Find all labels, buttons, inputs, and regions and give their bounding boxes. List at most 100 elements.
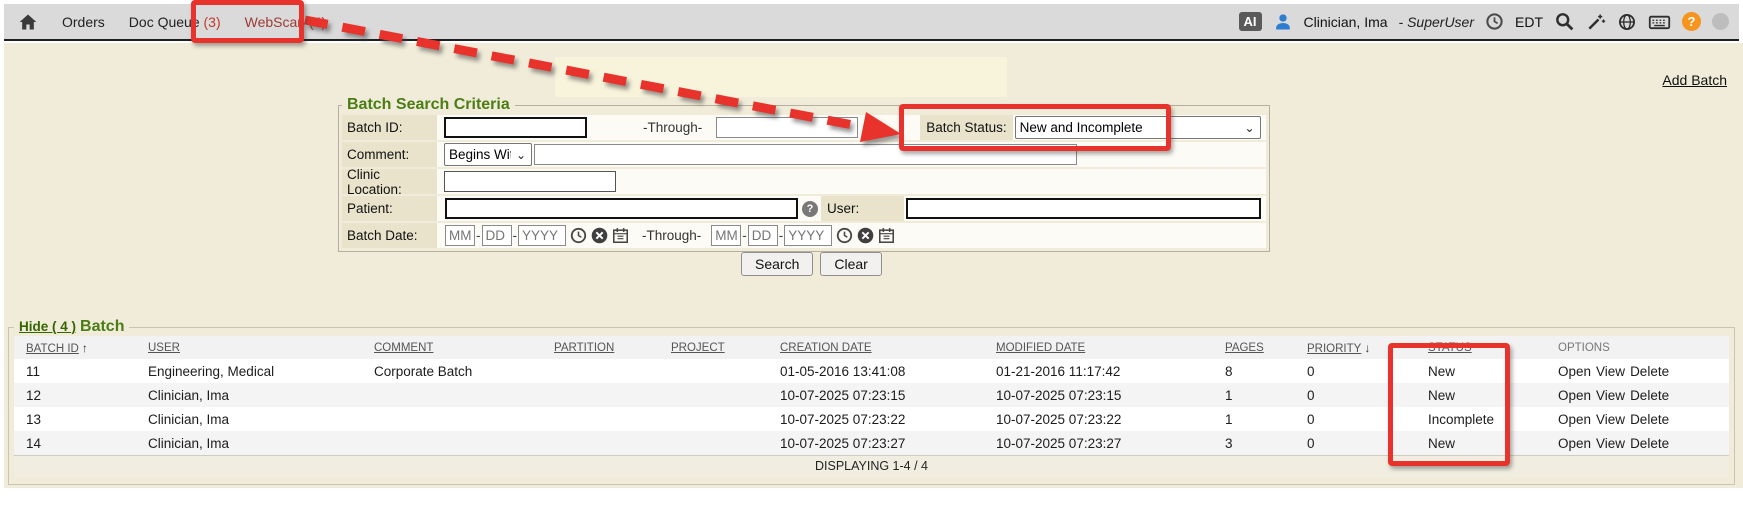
topbar-right-cluster: AI Clinician, Ima - SuperUser EDT	[1239, 11, 1730, 32]
patient-help-icon[interactable]: ?	[802, 201, 818, 217]
comment-input[interactable]	[534, 144, 1077, 165]
col-options: OPTIONS	[1546, 336, 1729, 359]
doc-queue-count: (3)	[204, 14, 221, 30]
highlight-band	[555, 57, 1007, 97]
ai-badge[interactable]: AI	[1239, 12, 1262, 31]
col-status[interactable]: STATUS	[1416, 336, 1546, 359]
batch-date-from-yyyy[interactable]	[518, 225, 566, 246]
status-cell: New	[1416, 359, 1546, 383]
nav-doc-queue[interactable]: Doc Queue (3)	[129, 14, 221, 30]
clear-button[interactable]: Clear	[820, 252, 881, 276]
table-row: 11 Engineering, Medical Corporate Batch …	[14, 359, 1729, 383]
user-input[interactable]	[906, 198, 1261, 219]
through-label-1: -Through-	[643, 120, 702, 135]
options-cell: Open View Delete	[1546, 407, 1729, 431]
search-actions: Search Clear	[741, 252, 882, 276]
cell-batch-id: 13	[14, 407, 136, 431]
batch-table: BATCH ID↑ USER COMMENT PARTITION PROJECT…	[14, 336, 1729, 455]
webscan-page: Orders Doc Queue (3) WebScan (4) AI Clin…	[0, 0, 1743, 510]
col-pages[interactable]: PAGES	[1213, 336, 1295, 359]
top-nav-bar: Orders Doc Queue (3) WebScan (4) AI Clin…	[4, 4, 1739, 41]
table-row: 13 Clinician, Ima 10-07-2025 07:23:22 10…	[14, 407, 1729, 431]
col-creation-date[interactable]: CREATION DATE	[768, 336, 984, 359]
col-user[interactable]: USER	[136, 336, 362, 359]
batch-date-label: Batch Date:	[342, 223, 437, 248]
options-cell: Open View Delete	[1546, 359, 1729, 383]
delete-link[interactable]: Delete	[1630, 436, 1669, 451]
cell-batch-id: 14	[14, 431, 136, 455]
globe-icon[interactable]	[1617, 12, 1637, 32]
user-icon	[1273, 12, 1293, 32]
patient-user-row: Patient: ? User:	[342, 196, 1266, 221]
batch-id-row: Batch ID: -Through- Batch Status: New an…	[342, 115, 1266, 140]
clear-date-icon[interactable]	[857, 227, 874, 244]
open-link[interactable]: Open	[1558, 412, 1591, 427]
batch-status-label: Batch Status:	[920, 115, 1012, 140]
delete-link[interactable]: Delete	[1630, 412, 1669, 427]
search-button[interactable]: Search	[741, 252, 813, 276]
search-legend: Batch Search Criteria	[342, 96, 515, 114]
calendar-icon[interactable]	[878, 227, 895, 244]
add-batch-link[interactable]: Add Batch	[1662, 72, 1727, 88]
time-icon[interactable]	[836, 227, 853, 244]
col-project[interactable]: PROJECT	[659, 336, 768, 359]
hide-results-link[interactable]: Hide ( 4 )	[19, 319, 76, 334]
batch-date-to-yyyy[interactable]	[784, 225, 832, 246]
view-link[interactable]: View	[1596, 412, 1625, 427]
batch-id-label: Batch ID:	[342, 115, 437, 140]
clinic-location-row: Clinic Location:	[342, 169, 1266, 194]
open-link[interactable]: Open	[1558, 388, 1591, 403]
delete-link[interactable]: Delete	[1630, 364, 1669, 379]
view-link[interactable]: View	[1596, 436, 1625, 451]
clinic-location-input[interactable]	[444, 171, 616, 192]
keyboard-icon[interactable]	[1648, 12, 1671, 32]
comment-operator-select[interactable]: Begins With	[444, 143, 532, 166]
cell-batch-id: 12	[14, 383, 136, 407]
search-icon[interactable]	[1554, 11, 1575, 32]
status-cell: Incomplete	[1416, 407, 1546, 431]
view-link[interactable]: View	[1596, 364, 1625, 379]
help-icon[interactable]: ?	[1682, 12, 1701, 31]
cell-batch-id: 11	[14, 359, 136, 383]
table-row: 14 Clinician, Ima 10-07-2025 07:23:27 10…	[14, 431, 1729, 455]
delete-link[interactable]: Delete	[1630, 388, 1669, 403]
user-label: User:	[821, 196, 904, 221]
status-cell: New	[1416, 383, 1546, 407]
batch-status-select[interactable]: New and Incomplete	[1015, 116, 1261, 139]
results-legend: Hide ( 4 )Batch	[14, 318, 129, 336]
col-modified-date[interactable]: MODIFIED DATE	[984, 336, 1213, 359]
col-priority[interactable]: PRIORITY↓	[1295, 336, 1416, 359]
col-comment[interactable]: COMMENT	[362, 336, 542, 359]
options-cell: Open View Delete	[1546, 383, 1729, 407]
status-cell: New	[1416, 431, 1546, 455]
batch-date-to-mm[interactable]	[711, 225, 741, 246]
sort-desc-icon: ↓	[1364, 341, 1370, 355]
time-icon[interactable]	[570, 227, 587, 244]
user-role: - SuperUser	[1399, 14, 1474, 30]
status-dot-icon	[1712, 13, 1729, 30]
batch-date-from-dd[interactable]	[482, 225, 512, 246]
patient-input[interactable]	[445, 198, 798, 219]
calendar-icon[interactable]	[612, 227, 629, 244]
batch-id-through-input[interactable]	[716, 117, 858, 138]
batch-id-from-input[interactable]	[444, 117, 587, 138]
batch-date-to-dd[interactable]	[748, 225, 778, 246]
view-link[interactable]: View	[1596, 388, 1625, 403]
open-link[interactable]: Open	[1558, 436, 1591, 451]
col-batch-id[interactable]: BATCH ID↑	[14, 336, 136, 359]
clock-icon	[1485, 12, 1504, 31]
home-icon[interactable]	[18, 12, 38, 32]
nav-orders[interactable]: Orders	[62, 14, 105, 30]
magic-wand-icon[interactable]	[1586, 12, 1606, 32]
batch-search-criteria-panel: Batch Search Criteria Batch ID: -Through…	[338, 96, 1270, 252]
comment-row: Comment: Begins With ⌄	[342, 142, 1266, 167]
col-partition[interactable]: PARTITION	[542, 336, 659, 359]
open-link[interactable]: Open	[1558, 364, 1591, 379]
sort-asc-icon: ↑	[82, 341, 88, 355]
batch-date-from-mm[interactable]	[445, 225, 475, 246]
patient-label: Patient:	[342, 196, 437, 221]
batch-results-panel: Hide ( 4 )Batch BATCH ID↑ USER COMMENT P…	[8, 318, 1735, 485]
clear-date-icon[interactable]	[591, 227, 608, 244]
clinic-location-label: Clinic Location:	[342, 169, 437, 194]
nav-webscan[interactable]: WebScan (4)	[245, 14, 326, 30]
